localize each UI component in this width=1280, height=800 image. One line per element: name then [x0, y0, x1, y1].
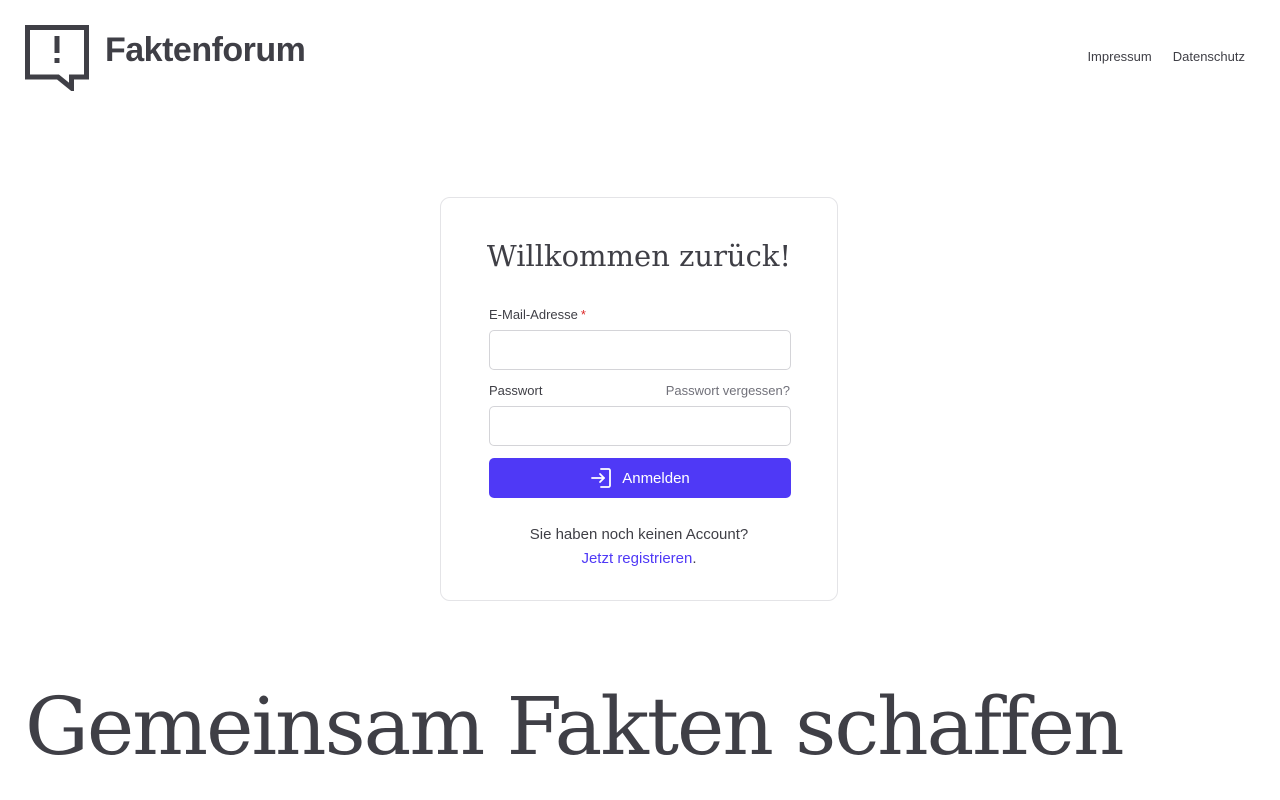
home-logo-link[interactable]: Faktenforum: [25, 25, 306, 91]
password-label: Passwort: [489, 383, 543, 398]
email-label-text: E-Mail-Adresse: [489, 307, 578, 322]
required-marker: *: [580, 307, 586, 322]
register-suffix: .: [692, 550, 697, 567]
brand-name: Faktenforum: [105, 31, 306, 69]
email-label: E-Mail-Adresse *: [489, 306, 586, 324]
nav-link-impressum[interactable]: Impressum: [1087, 48, 1151, 66]
email-input[interactable]: [489, 330, 791, 370]
register-link[interactable]: Jetzt registrieren: [581, 550, 692, 567]
nav-link-datenschutz[interactable]: Datenschutz: [1173, 48, 1245, 66]
login-icon: [591, 468, 612, 488]
forgot-password-link[interactable]: Passwort vergessen?: [666, 382, 790, 400]
login-button-label: Anmelden: [622, 469, 690, 487]
hero-headline: Gemeinsam Fakten schaffen: [25, 680, 1124, 773]
login-title: Willkommen zurück!: [486, 239, 792, 273]
login-card: Willkommen zurück! E-Mail-Adresse * Passw…: [440, 197, 838, 601]
exclamation-speech-bubble-icon: [25, 25, 89, 91]
register-prompt: Sie haben noch keinen Account? Jetzt reg…: [441, 523, 837, 571]
password-input[interactable]: [489, 406, 791, 446]
top-nav: Impressum Datenschutz: [1087, 48, 1245, 66]
site-header: Faktenforum Impressum Datenschutz: [0, 0, 1280, 110]
no-account-text: Sie haben noch keinen Account?: [529, 526, 749, 543]
login-button[interactable]: Anmelden: [489, 458, 791, 498]
